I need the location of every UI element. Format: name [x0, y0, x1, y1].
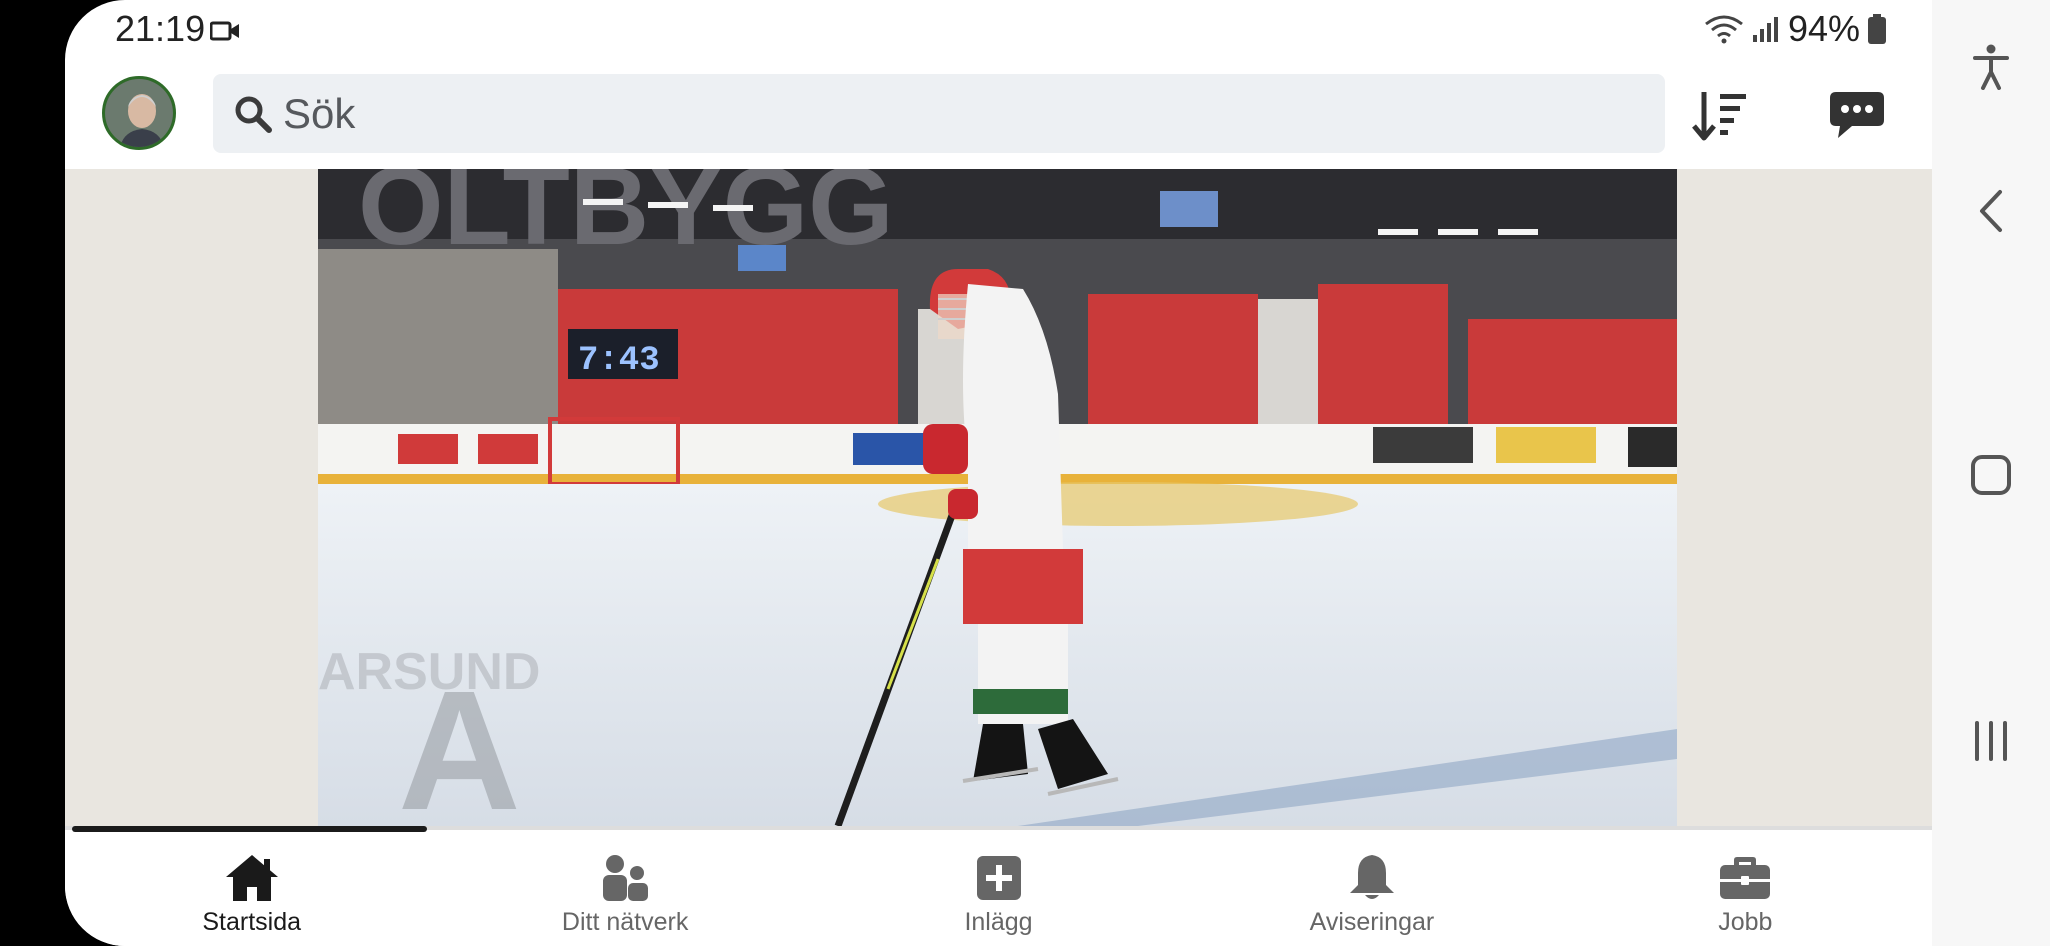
nav-jobs[interactable]: Jobb	[1559, 832, 1932, 946]
status-time: 21:19	[115, 8, 206, 49]
video-player[interactable]: OLTBYGG 7:43 ARSUND A	[318, 169, 1677, 826]
search-input[interactable]: Sök	[283, 90, 355, 138]
svg-text:A: A	[398, 656, 521, 826]
plus-square-icon	[971, 852, 1027, 904]
back-chevron-icon	[1980, 190, 2002, 232]
accessibility-icon	[1973, 44, 2009, 90]
battery-percent: 94%	[1787, 8, 1860, 49]
status-right: 94%	[1704, 8, 1886, 50]
nav-label-home: Startsida	[202, 908, 302, 936]
nav-label-post: Inlägg	[964, 908, 1033, 936]
wifi-icon	[1705, 15, 1743, 44]
accessibility-button[interactable]	[1966, 42, 2016, 92]
messaging-button[interactable]	[1827, 86, 1887, 146]
recents-icon	[1975, 721, 2007, 761]
system-navigation-bar	[1932, 0, 2050, 946]
home-icon	[224, 852, 280, 904]
feed-content: OLTBYGG 7:43 ARSUND A	[65, 169, 1932, 826]
nav-label-notifications: Aviseringar	[1309, 908, 1435, 936]
signal-icon	[1752, 17, 1778, 42]
nav-label-network: Ditt nätverk	[561, 908, 689, 936]
scoreboard-text: 7:43	[578, 342, 660, 380]
home-button[interactable]	[1966, 450, 2016, 500]
video-record-icon	[210, 21, 239, 41]
status-bar: 21:19 94%	[65, 0, 1932, 62]
nav-home[interactable]: Startsida	[65, 832, 438, 946]
nav-post[interactable]: Inlägg	[812, 832, 1185, 946]
video-frame: OLTBYGG 7:43 ARSUND A	[318, 169, 1677, 826]
nav-network[interactable]: Ditt nätverk	[438, 832, 811, 946]
search-bar[interactable]: Sök	[213, 74, 1665, 153]
avatar[interactable]	[102, 76, 176, 150]
recents-button[interactable]	[1966, 716, 2016, 766]
sort-icon	[1692, 92, 1746, 141]
app-screen: 21:19 94% Sök OLTBYGG 7:43 ARSUND A Star…	[65, 0, 1932, 946]
home-square-icon	[1971, 455, 2011, 495]
bell-icon	[1344, 852, 1400, 904]
briefcase-icon	[1717, 852, 1773, 904]
back-button[interactable]	[1966, 186, 2016, 236]
bottom-navigation: Startsida Ditt nätverk Inlägg Aviseringa…	[65, 832, 1932, 946]
top-bar: Sök	[65, 62, 1932, 169]
network-icon	[597, 852, 653, 904]
search-icon	[235, 96, 272, 133]
nav-notifications[interactable]: Aviseringar	[1185, 832, 1558, 946]
battery-icon	[1868, 14, 1886, 44]
nav-label-jobs: Jobb	[1718, 908, 1773, 936]
sort-button[interactable]	[1690, 86, 1750, 146]
chat-icon	[1830, 92, 1884, 138]
avatar-image	[105, 79, 173, 147]
